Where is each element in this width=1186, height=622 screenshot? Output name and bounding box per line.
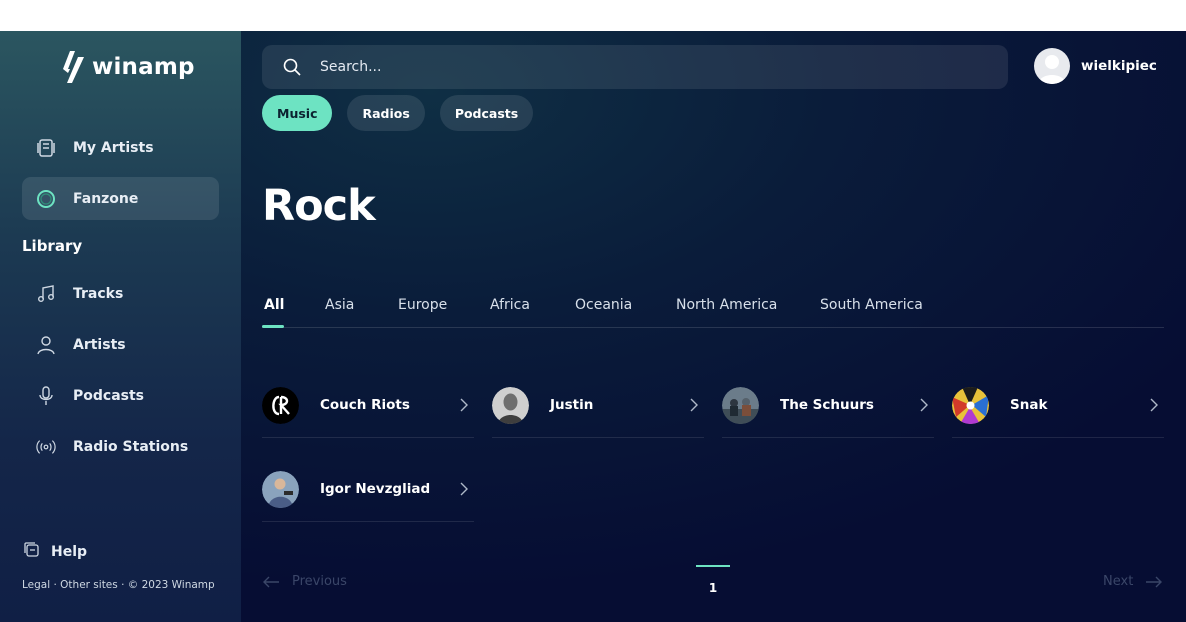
fanzone-ring-icon	[36, 189, 56, 209]
artist-avatar	[722, 386, 759, 424]
region-tabs: All Asia Europe Africa Oceania North Ame…	[262, 289, 1164, 328]
sidebar-item-label: Fanzone	[73, 190, 139, 207]
artists-stack-icon	[36, 138, 56, 158]
artist-avatar	[262, 386, 299, 424]
artist-card-justin[interactable]: Justin	[492, 373, 704, 438]
tab-oceania[interactable]: Oceania	[575, 297, 632, 313]
library-heading: Library	[22, 237, 83, 255]
username: wielkipiec	[1081, 58, 1157, 74]
tab-asia[interactable]: Asia	[325, 297, 354, 313]
main-content: wielkipiec Music Radios Podcasts Rock Al…	[241, 31, 1186, 622]
help-label: Help	[51, 544, 88, 560]
artist-name: Justin	[550, 397, 594, 413]
winamp-logo[interactable]: winamp	[62, 49, 195, 85]
tab-europe[interactable]: Europe	[398, 297, 447, 313]
page-title: Rock	[262, 181, 376, 231]
brand-name: winamp	[92, 54, 195, 80]
sidebar-item-tracks[interactable]: Tracks	[22, 272, 219, 315]
person-icon	[36, 335, 56, 355]
sidebar-item-label: Artists	[73, 336, 126, 353]
microphone-icon	[36, 385, 56, 406]
artist-card-couch-riots[interactable]: Couch Riots	[262, 373, 474, 438]
help-link[interactable]: Help	[24, 542, 87, 562]
search-icon	[282, 57, 302, 77]
arrow-right-icon	[1146, 576, 1163, 587]
search-input[interactable]	[318, 58, 922, 76]
artist-name: Igor Nevzgliad	[320, 481, 431, 497]
artist-avatar	[262, 470, 299, 508]
artist-name: Snak	[1010, 397, 1048, 413]
artist-avatar	[952, 386, 989, 424]
tab-south-america[interactable]: South America	[820, 297, 923, 313]
media-type-pills: Music Radios Podcasts	[262, 95, 534, 131]
tab-north-america[interactable]: North America	[676, 297, 777, 313]
sidebar-item-label: Radio Stations	[73, 438, 189, 455]
sidebar-item-label: Podcasts	[73, 387, 145, 404]
chevron-right-icon	[460, 482, 468, 496]
help-icon	[24, 542, 40, 562]
next-label: Next	[1103, 574, 1134, 589]
artist-name: Couch Riots	[320, 397, 410, 413]
active-tab-indicator	[262, 325, 284, 328]
artist-card-the-schuurs[interactable]: The Schuurs	[722, 373, 934, 438]
pill-radios[interactable]: Radios	[347, 95, 425, 131]
current-page-indicator[interactable]: 1	[696, 565, 730, 595]
pill-podcasts[interactable]: Podcasts	[439, 95, 534, 131]
footer-links[interactable]: Legal · Other sites · © 2023 Winamp	[22, 579, 215, 591]
winamp-logo-icon	[63, 51, 84, 83]
previous-label: Previous	[292, 574, 347, 589]
sidebar-item-my-artists[interactable]: My Artists	[22, 126, 219, 169]
broadcast-icon	[36, 437, 56, 457]
sidebar: winamp My Artists Fanzone Library Tracks…	[0, 31, 241, 622]
chevron-right-icon	[460, 398, 468, 412]
chevron-right-icon	[920, 398, 928, 412]
app-window: winamp My Artists Fanzone Library Tracks…	[0, 31, 1186, 622]
avatar[interactable]	[1034, 48, 1070, 84]
search-bar[interactable]	[262, 45, 1008, 89]
artist-card-snak[interactable]: Snak	[952, 373, 1164, 438]
sidebar-item-radio-stations[interactable]: Radio Stations	[22, 425, 219, 468]
tab-africa[interactable]: Africa	[490, 297, 530, 313]
pill-music[interactable]: Music	[262, 95, 333, 131]
sidebar-item-podcasts[interactable]: Podcasts	[22, 374, 219, 417]
sidebar-item-fanzone[interactable]: Fanzone	[22, 177, 219, 220]
artist-name: The Schuurs	[780, 397, 874, 413]
previous-page-button[interactable]: Previous	[262, 574, 347, 589]
default-avatar-icon	[1038, 55, 1066, 84]
music-note-icon	[36, 284, 56, 304]
current-page-bar	[696, 565, 730, 567]
chevron-right-icon	[1150, 398, 1158, 412]
next-page-button[interactable]: Next	[1103, 574, 1163, 589]
user-menu[interactable]: wielkipiec	[1034, 48, 1157, 84]
sidebar-item-label: My Artists	[73, 139, 154, 156]
arrow-left-icon	[263, 576, 279, 587]
chevron-right-icon	[690, 398, 698, 412]
sidebar-item-label: Tracks	[73, 285, 124, 302]
tab-all[interactable]: All	[264, 297, 284, 313]
artist-card-igor-nevzgliad[interactable]: Igor Nevzgliad	[262, 457, 474, 522]
sidebar-item-artists[interactable]: Artists	[22, 323, 219, 366]
page-number: 1	[708, 581, 718, 595]
artist-avatar	[492, 386, 529, 424]
